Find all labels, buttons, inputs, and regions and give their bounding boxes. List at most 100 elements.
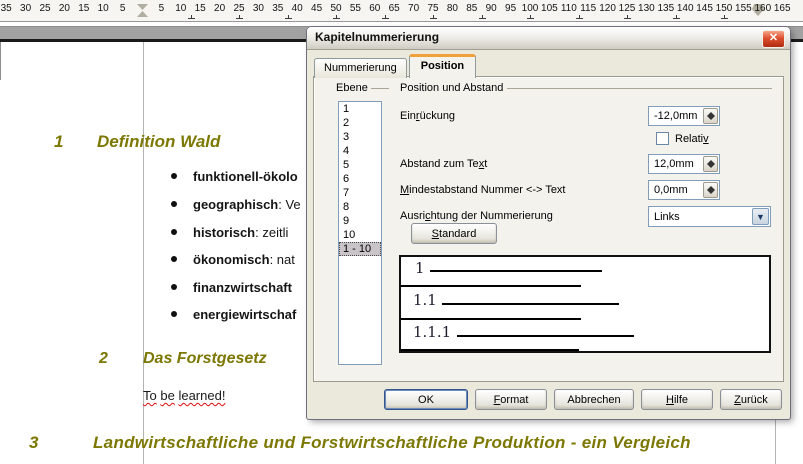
tab-stop-marker[interactable] (382, 14, 389, 19)
hilfe-button[interactable]: Hilfe (641, 389, 713, 410)
einrueckung-spinfield[interactable]: -12,0mm (648, 106, 720, 126)
first-line-indent-marker[interactable] (137, 4, 148, 10)
tab-stop-marker[interactable] (624, 14, 631, 19)
zurueck-button[interactable]: Zurück (720, 389, 782, 410)
mindestabstand-label: Mindestabstand Nummer <-> Text (400, 184, 566, 196)
spinner-buttons[interactable] (703, 108, 718, 124)
heading-2-text: Das Forstgesetz (143, 350, 267, 368)
chevron-down-icon[interactable]: ▼ (752, 208, 769, 225)
ok-button[interactable]: OK (384, 389, 468, 410)
heading-1-number: 1 (54, 132, 63, 152)
preview-number: 1.1 (413, 291, 437, 309)
ruler-unit-label: 40 (292, 3, 303, 14)
ruler-unit-label: 160 (754, 3, 771, 14)
heading-3-text: Landwirtschaftliche und Forstwirtschaftl… (93, 433, 691, 453)
spinner-buttons[interactable] (703, 156, 718, 172)
ruler-unit-label: 35 (1, 3, 12, 14)
relativ-checkbox[interactable] (656, 132, 669, 145)
standard-button[interactable]: Standard (411, 223, 497, 244)
ebene-list-item[interactable]: 5 (339, 158, 381, 172)
heading-2-number: 2 (99, 350, 108, 368)
note-word: be (160, 388, 174, 403)
tab-stop-marker[interactable] (721, 14, 728, 19)
ebene-list-item[interactable]: 2 (339, 116, 381, 130)
dialog-title-bar[interactable]: Kapitelnummerierung ✕ (307, 27, 790, 50)
tab-stop-marker[interactable] (673, 14, 680, 19)
down-arrow-icon (707, 164, 715, 168)
ruler-unit-label: 30 (20, 3, 31, 14)
down-arrow-icon (707, 116, 715, 120)
ruler-unit-label: 20 (59, 3, 70, 14)
bullet-text: energiewirtschaf (193, 307, 296, 322)
heading-3-number: 3 (29, 433, 39, 453)
ebene-list-item[interactable]: 7 (339, 186, 381, 200)
position-tab-panel: Ebene Position und Abstand 123456789101 … (313, 76, 784, 382)
left-indent-marker[interactable] (137, 11, 148, 17)
ruler-unit-label: 25 (39, 3, 50, 14)
group-line (507, 88, 772, 89)
ruler-unit-label: 115 (580, 3, 596, 14)
tab-stop-marker[interactable] (333, 14, 340, 19)
bullet-icon (171, 229, 177, 235)
position-und-abstand-group-label: Position und Abstand (400, 82, 503, 94)
abstand-spinfield[interactable]: 12,0mm (648, 154, 720, 174)
bullet-text: ökonomisch: nat (193, 252, 295, 267)
ruler-unit-label: 75 (427, 3, 438, 14)
ebene-list-item[interactable]: 10 (339, 228, 381, 242)
tab-stop-marker[interactable] (285, 14, 292, 19)
spinner-buttons[interactable] (703, 182, 718, 198)
ruler-unit-label: 60 (369, 3, 380, 14)
horizontal-ruler[interactable]: 3530252015105510152025303540455055606570… (0, 0, 803, 22)
ebene-list-item[interactable]: 1 - 10 (339, 242, 381, 256)
tab-stop-marker[interactable] (527, 14, 534, 19)
tab-position[interactable]: Position (409, 54, 476, 78)
ruler-unit-label: 45 (311, 3, 322, 14)
ebene-list-item[interactable]: 3 (339, 130, 381, 144)
ruler-unit-label: 135 (657, 3, 674, 14)
ebene-listbox[interactable]: 123456789101 - 10 (338, 101, 382, 365)
bullet-text: finanzwirtschaft (193, 280, 292, 295)
ebene-list-item[interactable]: 4 (339, 144, 381, 158)
preview-text-line (457, 335, 634, 337)
preview-text-line (401, 349, 579, 351)
ruler-unit-label: 130 (638, 3, 655, 14)
tab-stop-marker[interactable] (188, 14, 195, 19)
tab-stop-marker[interactable] (576, 14, 583, 19)
format-button[interactable]: Format (475, 389, 547, 410)
note-word: To (143, 388, 157, 403)
ruler-unit-label: 35 (272, 3, 283, 14)
tab-stop-marker[interactable] (479, 14, 486, 19)
ruler-unit-label: 150 (716, 3, 733, 14)
ruler-unit-label: 100 (522, 3, 539, 14)
ebene-list-item[interactable]: 6 (339, 172, 381, 186)
writer-document-view: 3530252015105510152025303540455055606570… (0, 0, 803, 464)
ruler-unit-label: 65 (389, 3, 400, 14)
note-text: To be learned! (143, 388, 225, 403)
bullet-icon (171, 201, 177, 207)
tab-stop-marker[interactable] (430, 14, 437, 19)
close-icon: ✕ (769, 32, 778, 44)
mindestabstand-spinfield[interactable]: 0,0mm (648, 180, 720, 200)
close-button[interactable]: ✕ (762, 30, 785, 48)
tab-strip: Nummerierung Position (314, 54, 478, 78)
ruler-unit-label: 5 (159, 3, 165, 14)
ebene-list-item[interactable]: 9 (339, 214, 381, 228)
ruler-unit-label: 30 (253, 3, 264, 14)
tab-stop-marker[interactable] (236, 14, 243, 19)
ebene-list-item[interactable]: 8 (339, 200, 381, 214)
ruler-unit-label: 25 (233, 3, 244, 14)
bullet-icon (171, 256, 177, 262)
ausrichtung-dropdown[interactable]: Links ▼ (648, 206, 771, 227)
bullet-icon (171, 311, 177, 317)
bullet-text: funktionell-ökolo (193, 169, 298, 184)
ruler-unit-label: 95 (505, 3, 516, 14)
einrueckung-label: Einrückung (400, 110, 455, 122)
ruler-unit-label: 90 (486, 3, 497, 14)
abbrechen-button[interactable]: Abbrechen (554, 389, 634, 410)
ebene-list-item[interactable]: 1 (339, 102, 381, 116)
ruler-unit-label: 85 (466, 3, 477, 14)
tab-nummerierung[interactable]: Nummerierung (314, 58, 407, 78)
ruler-unit-label: 120 (599, 3, 616, 14)
ruler-unit-label: 15 (195, 3, 206, 14)
preview-text-line (401, 285, 581, 287)
